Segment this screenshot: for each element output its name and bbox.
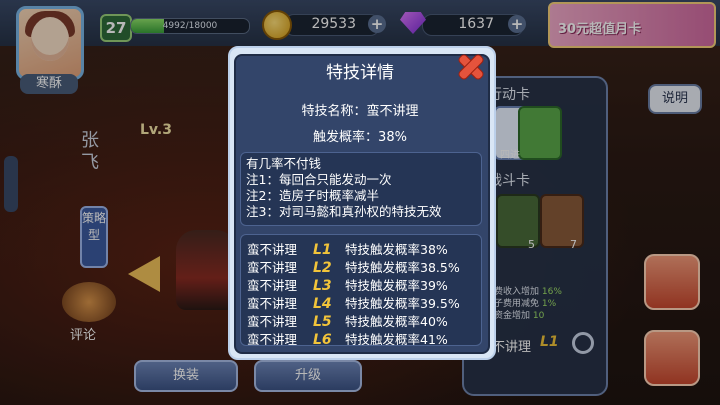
level-badge: L2 — [313, 260, 332, 276]
level-badge: L4 — [313, 296, 332, 312]
level-skill-name: 蛮不讲理 — [247, 314, 298, 329]
skill-level-list[interactable]: 蛮不讲理 L1 特技触发概率38% 蛮不讲理 L2 特技触发概率38.5% 蛮不… — [240, 234, 482, 346]
level-badge: L3 — [313, 278, 332, 294]
skill-level-row: 蛮不讲理 L2 特技触发概率38.5% — [247, 259, 479, 277]
level-effect: 特技触发概率39.5% — [345, 296, 460, 311]
trigger-rate-line: 触发概率：38% — [313, 130, 407, 145]
level-effect: 特技触发概率38.5% — [345, 260, 460, 275]
level-skill-name: 蛮不讲理 — [247, 296, 298, 311]
description-line: 注1：每回合只能发动一次 — [246, 172, 392, 187]
description-line: 注2：造房子时概率减半 — [246, 188, 379, 203]
level-badge: L5 — [313, 314, 332, 330]
level-effect: 特技触发概率41% — [345, 332, 448, 346]
level-skill-name: 蛮不讲理 — [247, 332, 298, 346]
description-line: 注3：对司马懿和真孙权的特技无效 — [246, 204, 442, 219]
level-skill-name: 蛮不讲理 — [247, 278, 298, 293]
description-line: 有几率不付钱 — [246, 156, 322, 171]
skill-level-row: 蛮不讲理 L4 特技触发概率39.5% — [247, 295, 479, 313]
close-icon[interactable] — [452, 48, 488, 84]
level-skill-name: 蛮不讲理 — [247, 260, 298, 275]
level-effect: 特技触发概率40% — [345, 314, 448, 329]
skill-name-line: 特技名称：蛮不讲理 — [301, 104, 419, 119]
skill-level-row: 蛮不讲理 L6 特技触发概率41% — [247, 331, 479, 346]
level-skill-name: 蛮不讲理 — [247, 242, 298, 257]
skill-level-row: 蛮不讲理 L5 特技触发概率40% — [247, 313, 479, 331]
skill-level-row: 蛮不讲理 L3 特技触发概率39% — [247, 277, 479, 295]
level-badge: L6 — [313, 332, 332, 346]
skill-level-row: 蛮不讲理 L1 特技触发概率38% — [247, 241, 479, 259]
level-effect: 特技触发概率39% — [345, 278, 448, 293]
level-effect: 特技触发概率38% — [345, 242, 448, 257]
modal-title: 特技详情 — [326, 63, 394, 83]
level-badge: L1 — [313, 242, 332, 258]
